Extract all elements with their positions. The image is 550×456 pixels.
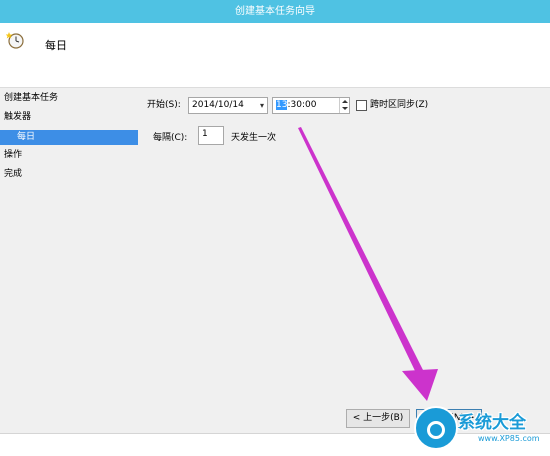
site-watermark: 系统大全 www.XP85.com — [412, 402, 550, 456]
watermark-logo — [414, 406, 458, 450]
watermark-url: www.XP85.com — [478, 434, 540, 443]
annotation-arrow — [298, 127, 438, 401]
logo-ring-icon — [427, 421, 445, 439]
watermark-text: 系统大全 — [458, 413, 526, 433]
